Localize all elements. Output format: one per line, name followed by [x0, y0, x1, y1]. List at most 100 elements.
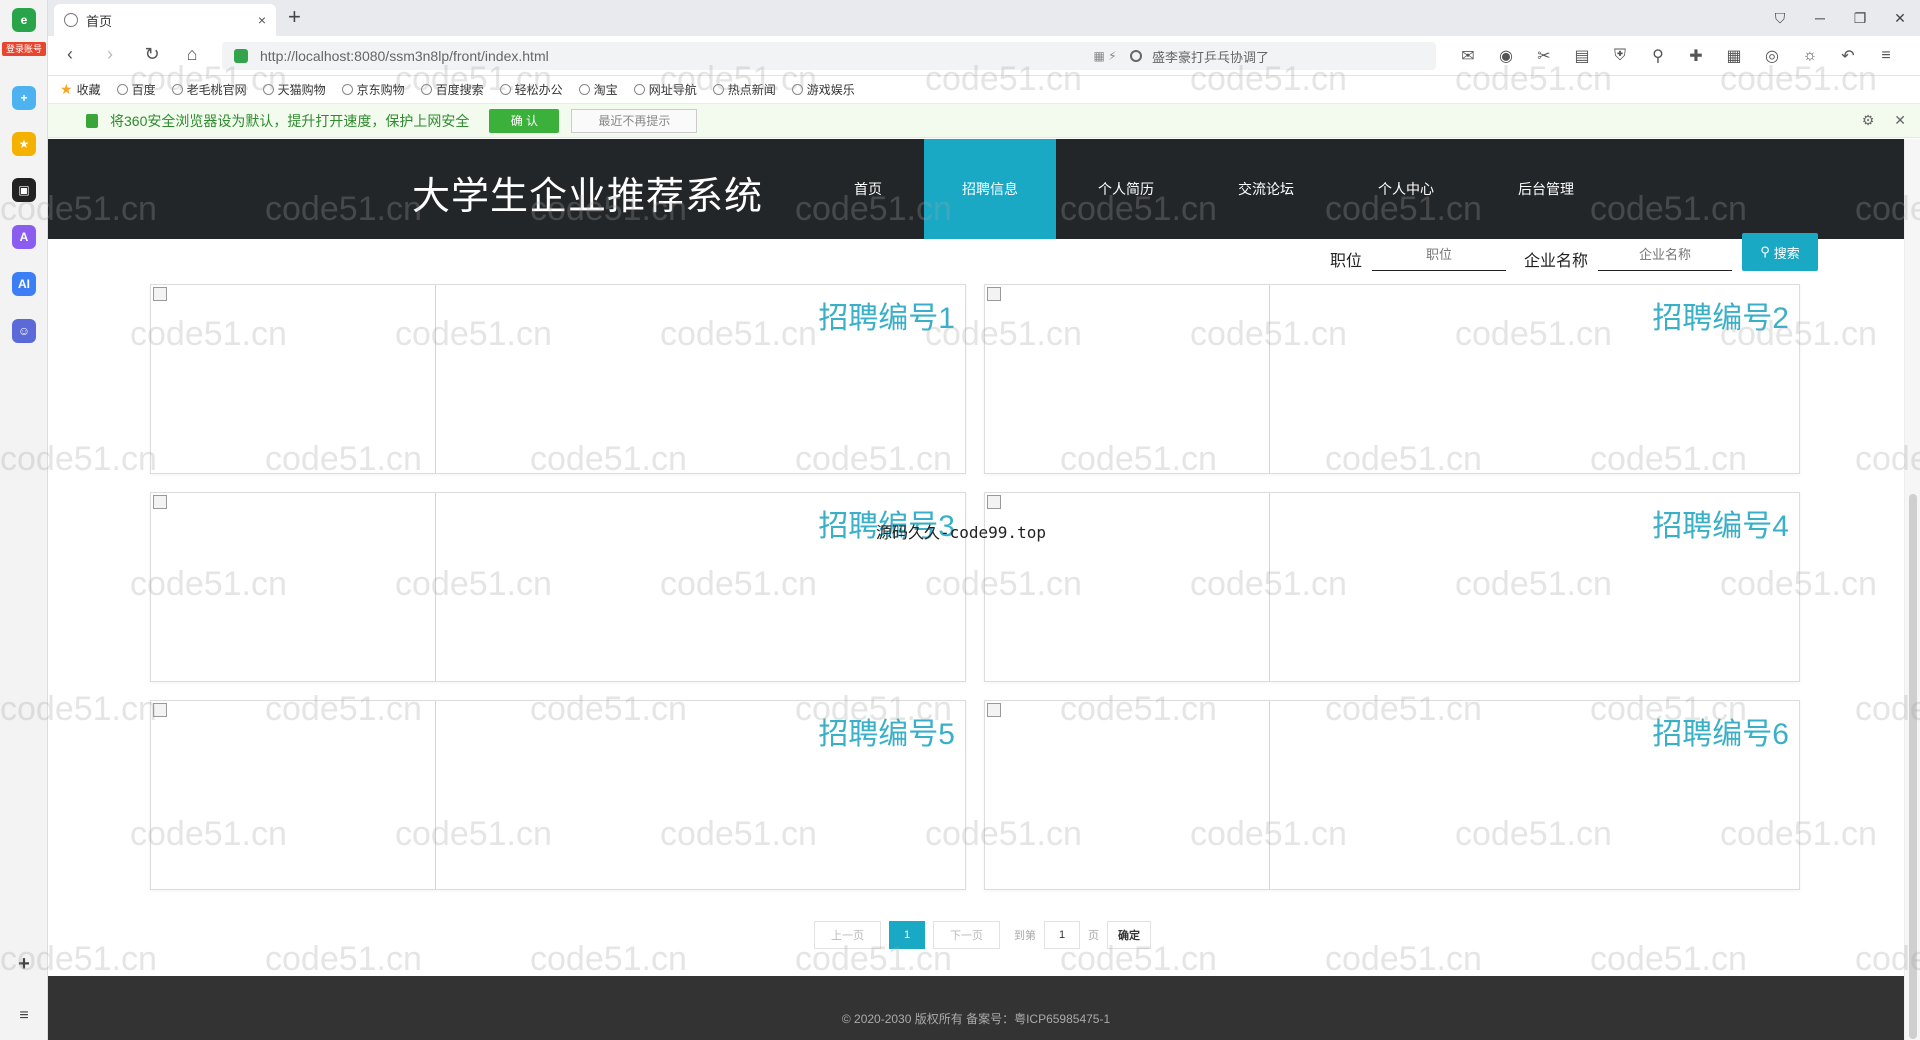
brightness-icon[interactable]: ☼: [1798, 44, 1822, 68]
job-title: 招聘编号5: [818, 718, 955, 751]
bookmark-item[interactable]: 京东购物: [341, 81, 405, 98]
goto-confirm-button[interactable]: 确定: [1107, 921, 1151, 949]
bookmark-item[interactable]: 老毛桃官网: [171, 81, 247, 98]
menu-item-forum[interactable]: 交流论坛: [1196, 139, 1336, 239]
window-controls: ⛉ ─ ❐ ✕: [1760, 0, 1920, 36]
back-icon[interactable]: ‹: [58, 44, 82, 65]
job-image: [151, 285, 436, 473]
ai-icon[interactable]: A: [12, 225, 36, 249]
job-card[interactable]: 招聘编号3: [150, 492, 966, 682]
page-scrollbar[interactable]: [1904, 139, 1920, 1040]
notice-confirm-button[interactable]: 确 认: [489, 108, 560, 133]
bookmark-item[interactable]: 百度搜索: [420, 81, 484, 98]
scrollbar-thumb[interactable]: [1909, 494, 1917, 1039]
bookmarks-bar: ★ 收藏 百度 老毛桃官网 天猫购物 京东购物 百度搜索 轻松办公 淘宝 网址导航…: [48, 76, 1920, 104]
notice-dismiss-button[interactable]: 最近不再提示: [571, 108, 698, 133]
browser-logo-icon: e: [12, 8, 36, 32]
job-card[interactable]: 招聘编号1: [150, 284, 966, 474]
minimize-icon[interactable]: ─: [1800, 0, 1840, 36]
close-notice-icon[interactable]: ✕: [1894, 112, 1906, 129]
reload-icon[interactable]: ↻: [140, 44, 164, 65]
settings-icon[interactable]: ⚙: [1862, 112, 1875, 129]
magnifier-icon[interactable]: ⚲: [1646, 44, 1670, 68]
close-tab-icon[interactable]: ×: [258, 12, 266, 28]
toolbar-icons: ✉ ◉ ✂ ▤ ⛨ ⚲ ✚ ▦ ◎ ☼ ↶ ≡: [1456, 44, 1898, 68]
site-icon: [171, 84, 183, 95]
position-label: 职位: [1330, 253, 1363, 270]
weibo-icon[interactable]: ◉: [1494, 44, 1518, 68]
scissors-icon[interactable]: ✂: [1532, 44, 1556, 68]
translate-icon[interactable]: ▤: [1570, 44, 1594, 68]
shirt-icon[interactable]: ⛉: [1760, 0, 1800, 36]
undo-icon[interactable]: ↶: [1836, 44, 1860, 68]
bookmark-item[interactable]: ★ 收藏: [60, 81, 101, 98]
broken-image-icon: [153, 287, 167, 301]
company-input[interactable]: [1598, 239, 1733, 271]
list-icon[interactable]: ≡: [12, 1004, 36, 1028]
bookmark-item[interactable]: 轻松办公: [499, 81, 563, 98]
bookmark-item[interactable]: 百度: [116, 81, 156, 98]
tab-home[interactable]: 首页 ×: [54, 4, 276, 36]
job-card[interactable]: 招聘编号6: [984, 700, 1800, 890]
site-icon: [262, 84, 274, 95]
grid-icon[interactable]: ▦: [1722, 44, 1746, 68]
extension-icon[interactable]: ✚: [1684, 44, 1708, 68]
menu-item-home[interactable]: 首页: [812, 139, 924, 239]
current-page[interactable]: 1: [889, 921, 925, 949]
new-tab-button[interactable]: +: [288, 4, 301, 30]
position-input[interactable]: [1372, 239, 1507, 271]
job-title: 招聘编号1: [818, 302, 955, 335]
ai-assistant-icon[interactable]: AI: [12, 272, 36, 296]
chat-icon[interactable]: ☺: [12, 319, 36, 343]
site-icon: [712, 84, 724, 95]
menu-icon[interactable]: ≡: [1874, 44, 1898, 68]
next-page-button[interactable]: 下一页: [933, 921, 1000, 949]
goto-page-input[interactable]: 1: [1044, 921, 1080, 949]
job-image: [151, 493, 436, 681]
shield-icon[interactable]: ⛨: [1608, 44, 1632, 68]
search-button[interactable]: ⚲ 搜索: [1742, 233, 1819, 271]
sidebar-app-icon[interactable]: +: [12, 86, 36, 110]
broken-image-icon: [987, 287, 1001, 301]
job-card[interactable]: 招聘编号5: [150, 700, 966, 890]
add-icon[interactable]: +: [12, 952, 36, 976]
login-badge[interactable]: 登录账号: [2, 42, 46, 56]
bookmark-item[interactable]: 热点新闻: [712, 81, 776, 98]
job-card[interactable]: 招聘编号2: [984, 284, 1800, 474]
menu-item-admin[interactable]: 后台管理: [1476, 139, 1616, 239]
restore-icon[interactable]: ❐: [1840, 0, 1880, 36]
copyright-text: © 2020-2030 版权所有 备案号：粤ICP65985475-1: [841, 1011, 1111, 1026]
job-title: 招聘编号4: [1652, 510, 1789, 543]
site-icon: [341, 84, 353, 95]
broken-image-icon: [153, 495, 167, 509]
page-unit-label: 页: [1088, 930, 1099, 942]
tab-title: 首页: [86, 13, 113, 29]
mail-icon[interactable]: ✉: [1456, 44, 1480, 68]
menu-item-jobs[interactable]: 招聘信息: [924, 139, 1056, 239]
job-title: 招聘编号6: [1652, 718, 1789, 751]
site-icon: [578, 84, 590, 95]
close-window-icon[interactable]: ✕: [1880, 0, 1920, 36]
favorites-star-icon[interactable]: ★: [12, 132, 36, 156]
site-footer: © 2020-2030 版权所有 备案号：粤ICP65985475-1: [48, 976, 1904, 1040]
bookmark-item[interactable]: 游戏娱乐: [791, 81, 855, 98]
job-card[interactable]: 招聘编号4: [984, 492, 1800, 682]
menu-item-resume[interactable]: 个人简历: [1056, 139, 1196, 239]
search-icon: ⚲: [1760, 244, 1770, 259]
home-icon[interactable]: ⌂: [180, 44, 204, 65]
url-field[interactable]: http://localhost:8080/ssm3n8lp/front/ind…: [222, 42, 1142, 70]
web-page: 大学生企业推荐系统 首页 招聘信息 个人简历 交流论坛 个人中心 后台管理 职位…: [48, 139, 1904, 1040]
site-icon: [499, 84, 511, 95]
tab-bar: 首页 × + ⛉ ─ ❐ ✕: [48, 0, 1920, 36]
site-icon: [420, 84, 432, 95]
menu-item-profile[interactable]: 个人中心: [1336, 139, 1476, 239]
search-button-label: 搜索: [1773, 245, 1800, 261]
bookmark-item[interactable]: 淘宝: [578, 81, 618, 98]
prev-page-button[interactable]: 上一页: [814, 921, 881, 949]
bot-icon[interactable]: ▣: [12, 178, 36, 202]
bookmark-item[interactable]: 天猫购物: [262, 81, 326, 98]
color-icon[interactable]: ◎: [1760, 44, 1784, 68]
forward-icon[interactable]: ›: [98, 44, 122, 65]
bookmark-item[interactable]: 网址导航: [633, 81, 697, 98]
browser-search-field[interactable]: 盛李豪打乒乓协调了: [1120, 42, 1436, 70]
